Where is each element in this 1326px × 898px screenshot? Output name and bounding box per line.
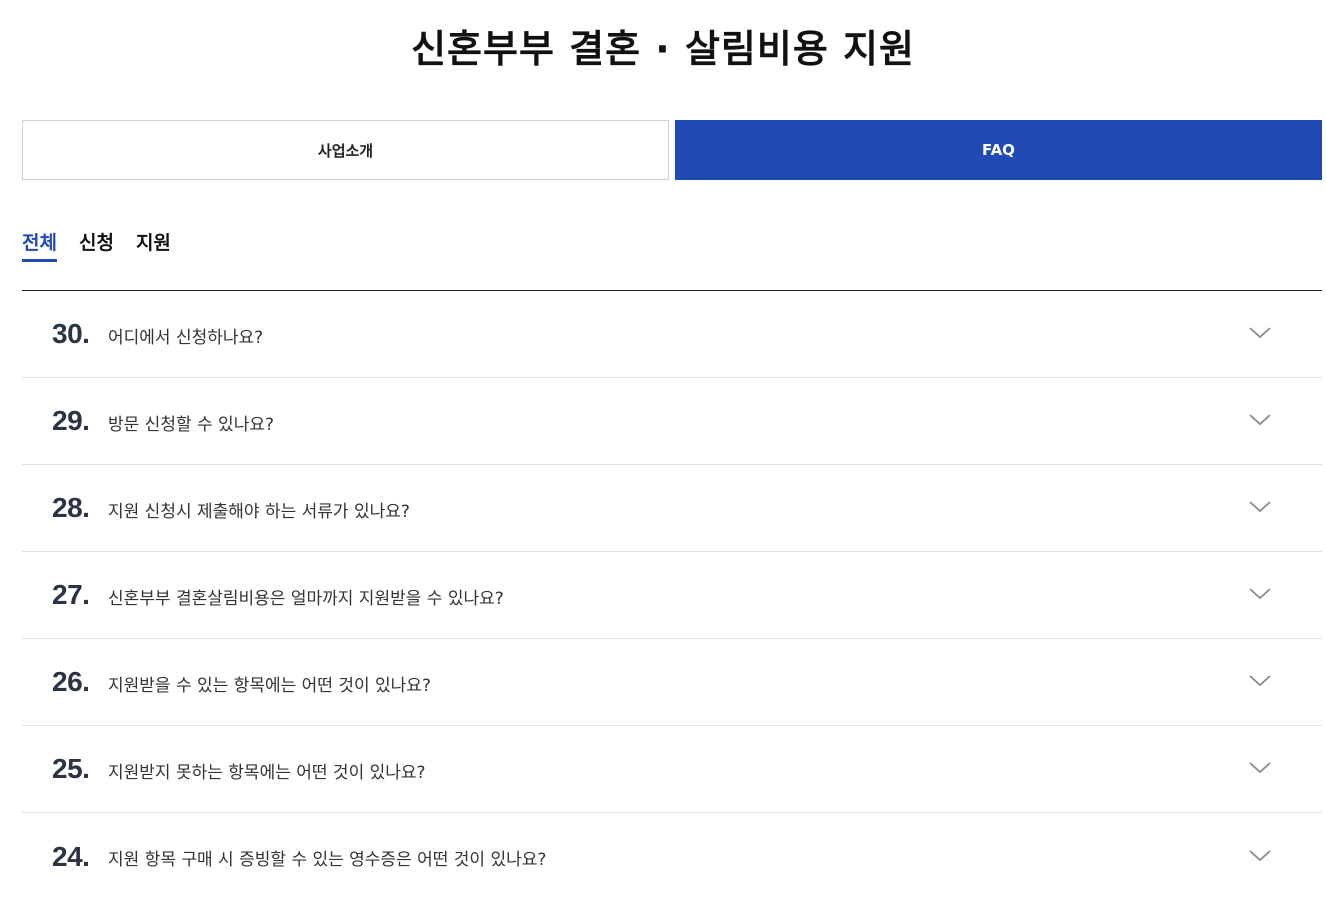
faq-question: 지원받을 수 있는 항목에는 어떤 것이 있나요? bbox=[108, 675, 431, 696]
faq-number: 29. bbox=[52, 405, 90, 436]
tab-bar: 사업소개 FAQ bbox=[22, 120, 1322, 180]
faq-list: 30. 어디에서 신청하나요? 29. 방문 신청할 수 있나요? 28. 지원… bbox=[22, 290, 1322, 898]
category-filter-bar: 전체 신청 지원 bbox=[22, 228, 171, 262]
faq-item[interactable]: 30. 어디에서 신청하나요? bbox=[22, 291, 1322, 378]
faq-number: 26. bbox=[52, 666, 90, 697]
filter-support[interactable]: 지원 bbox=[136, 228, 171, 262]
page: 신혼부부 결혼 · 살림비용 지원 사업소개 FAQ 전체 신청 지원 30. … bbox=[0, 0, 1326, 898]
tab-faq[interactable]: FAQ bbox=[675, 120, 1322, 180]
faq-question: 어디에서 신청하나요? bbox=[108, 327, 264, 348]
faq-number: 30. bbox=[52, 318, 90, 349]
chevron-down-icon[interactable] bbox=[1248, 411, 1272, 427]
chevron-down-icon[interactable] bbox=[1248, 324, 1272, 340]
faq-number: 25. bbox=[52, 753, 90, 784]
chevron-down-icon[interactable] bbox=[1248, 759, 1272, 775]
faq-number: 24. bbox=[52, 840, 90, 872]
faq-item[interactable]: 25. 지원받지 못하는 항목에는 어떤 것이 있나요? bbox=[22, 726, 1322, 813]
faq-item[interactable]: 27. 신혼부부 결혼살림비용은 얼마까지 지원받을 수 있나요? bbox=[22, 552, 1322, 639]
faq-number: 27. bbox=[52, 579, 90, 610]
faq-item[interactable]: 24. 지원 항목 구매 시 증빙할 수 있는 영수증은 어떤 것이 있나요? bbox=[22, 813, 1322, 898]
page-title: 신혼부부 결혼 · 살림비용 지원 bbox=[411, 27, 915, 71]
faq-question: 지원받지 못하는 항목에는 어떤 것이 있나요? bbox=[108, 762, 426, 783]
filter-all[interactable]: 전체 bbox=[22, 228, 57, 262]
tab-business-intro[interactable]: 사업소개 bbox=[22, 120, 669, 180]
chevron-down-icon[interactable] bbox=[1248, 498, 1272, 514]
faq-question: 방문 신청할 수 있나요? bbox=[108, 414, 274, 435]
faq-item[interactable]: 29. 방문 신청할 수 있나요? bbox=[22, 378, 1322, 465]
faq-item[interactable]: 26. 지원받을 수 있는 항목에는 어떤 것이 있나요? bbox=[22, 639, 1322, 726]
filter-application[interactable]: 신청 bbox=[79, 228, 114, 262]
chevron-down-icon[interactable] bbox=[1248, 672, 1272, 688]
chevron-down-icon[interactable] bbox=[1248, 847, 1272, 863]
faq-question: 신혼부부 결혼살림비용은 얼마까지 지원받을 수 있나요? bbox=[108, 588, 504, 609]
faq-question: 지원 신청시 제출해야 하는 서류가 있나요? bbox=[108, 501, 410, 522]
chevron-down-icon[interactable] bbox=[1248, 585, 1272, 601]
faq-number: 28. bbox=[52, 492, 90, 523]
faq-question: 지원 항목 구매 시 증빙할 수 있는 영수증은 어떤 것이 있나요? bbox=[108, 850, 547, 870]
faq-item[interactable]: 28. 지원 신청시 제출해야 하는 서류가 있나요? bbox=[22, 465, 1322, 552]
